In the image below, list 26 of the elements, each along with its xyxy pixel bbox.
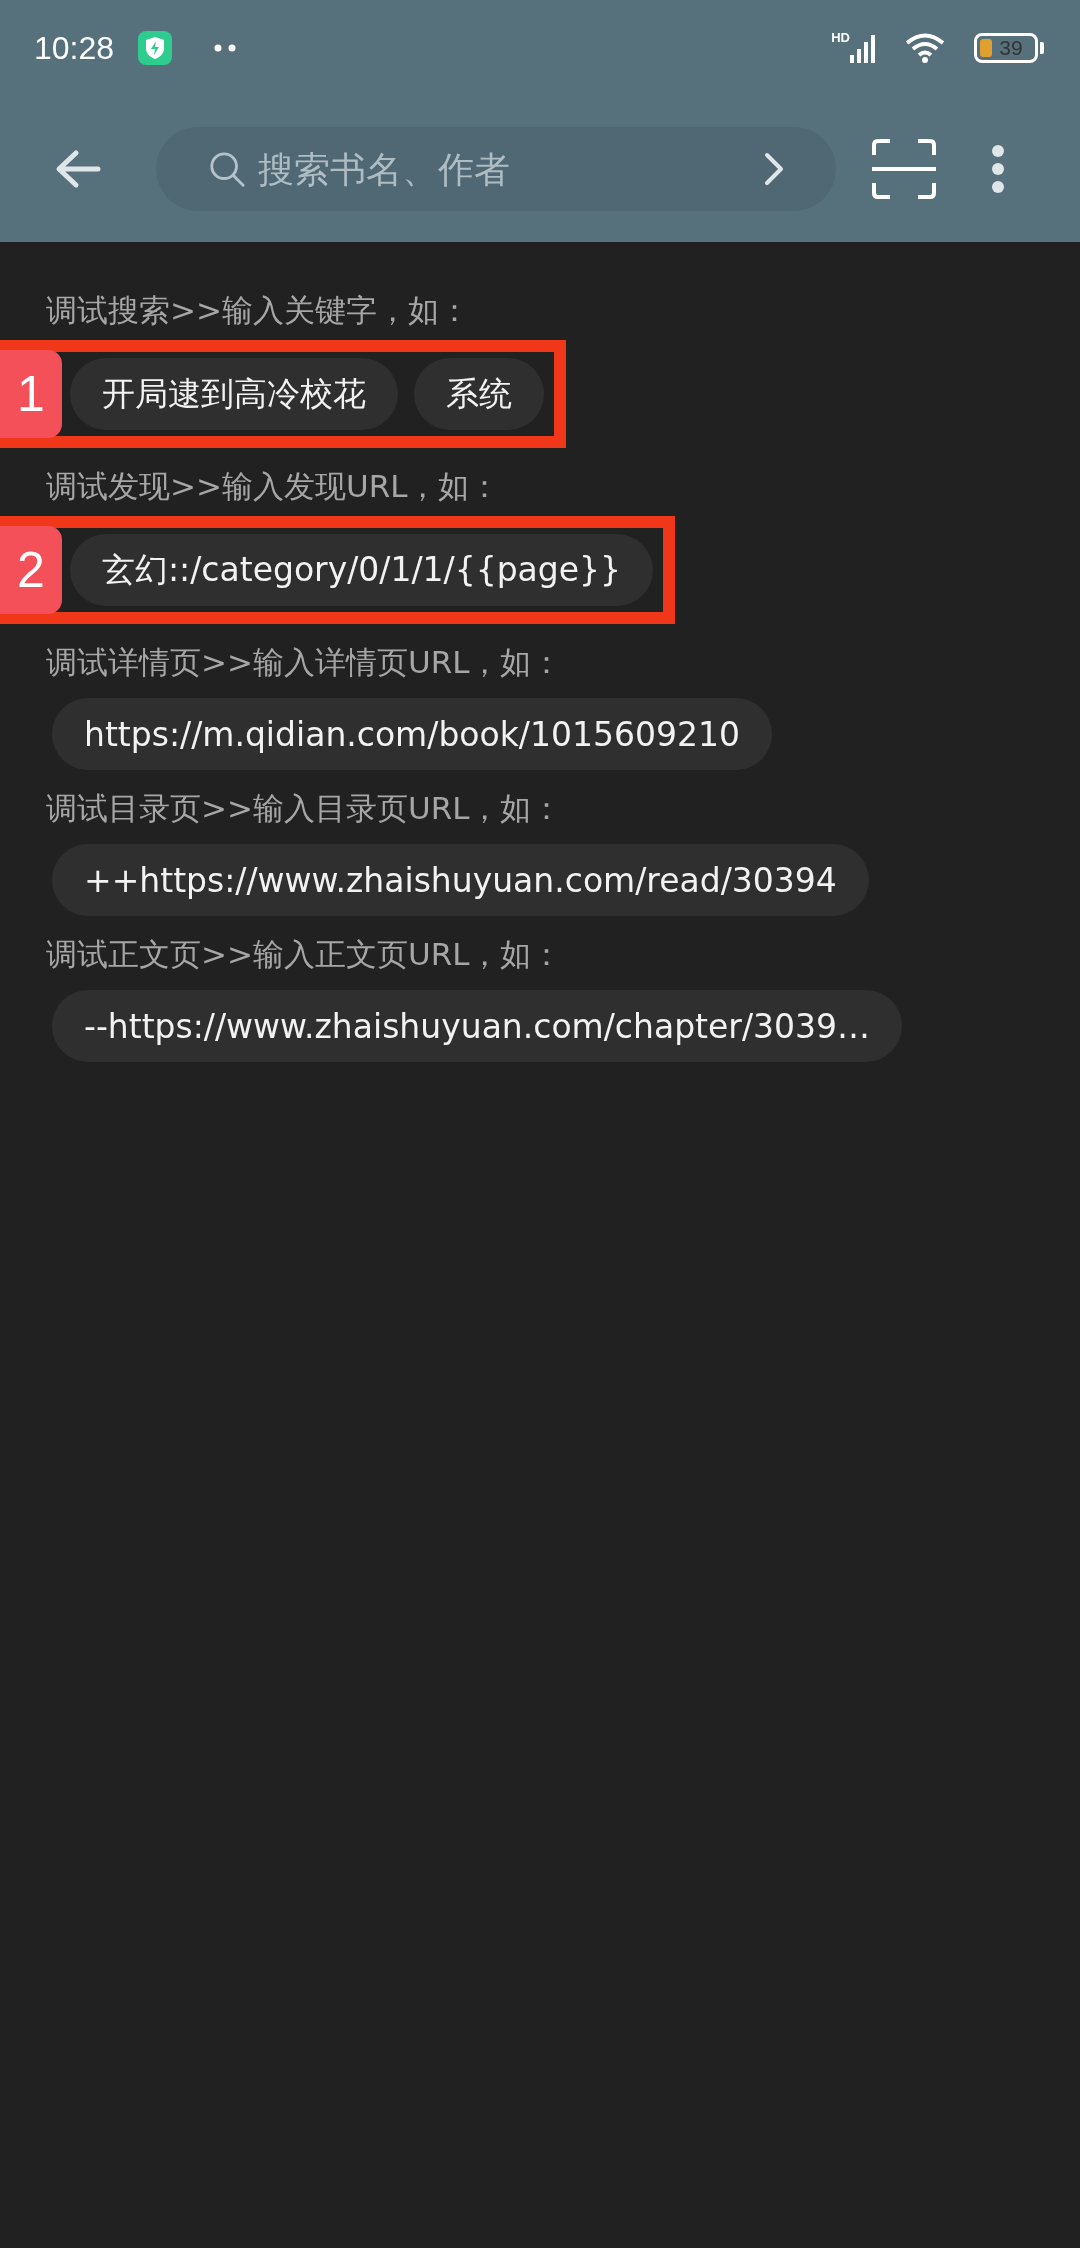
hint-text: 调试搜索>>输入关键字，如： — [46, 291, 471, 330]
signal-type-label: HD — [831, 30, 850, 45]
example-chip[interactable]: 玄幻::/category/0/1/1/{{page}} — [70, 534, 654, 606]
more-options-icon[interactable] — [991, 144, 1005, 194]
hint-text: 调试目录页>>输入目录页URL，如： — [46, 789, 564, 828]
example-chip[interactable]: --https://www.zhaishuyuan.com/chapter/3039… — [52, 990, 902, 1062]
example-chip[interactable]: 开局逮到高冷校花 — [70, 358, 398, 430]
example-chip[interactable]: ++https://www.zhaishuyuan.com/read/30394 — [52, 844, 869, 916]
scan-icon[interactable] — [872, 139, 936, 199]
example-chip[interactable]: 系统 — [414, 358, 544, 430]
search-bar[interactable]: 搜索书名、作者 — [156, 127, 836, 211]
battery-indicator: 39 — [974, 33, 1038, 63]
signal-icon — [850, 33, 878, 63]
annotation-number: 2 — [0, 526, 62, 614]
wifi-icon — [904, 32, 946, 64]
back-arrow-icon[interactable] — [54, 149, 102, 189]
hint-text: 调试详情页>>输入详情页URL，如： — [46, 643, 564, 682]
hint-text: 调试正文页>>输入正文页URL，如： — [46, 935, 564, 974]
shield-app-icon — [138, 31, 173, 65]
hint-text: 调试发现>>输入发现URL，如： — [46, 467, 502, 506]
search-icon — [208, 150, 246, 188]
status-time: 10:28 — [34, 29, 115, 67]
annotation-number: 1 — [0, 350, 62, 438]
example-chip[interactable]: https://m.qidian.com/book/1015609210 — [52, 698, 772, 770]
search-field[interactable]: 搜索书名、作者 — [256, 147, 754, 191]
chevron-right-icon[interactable] — [764, 152, 784, 186]
